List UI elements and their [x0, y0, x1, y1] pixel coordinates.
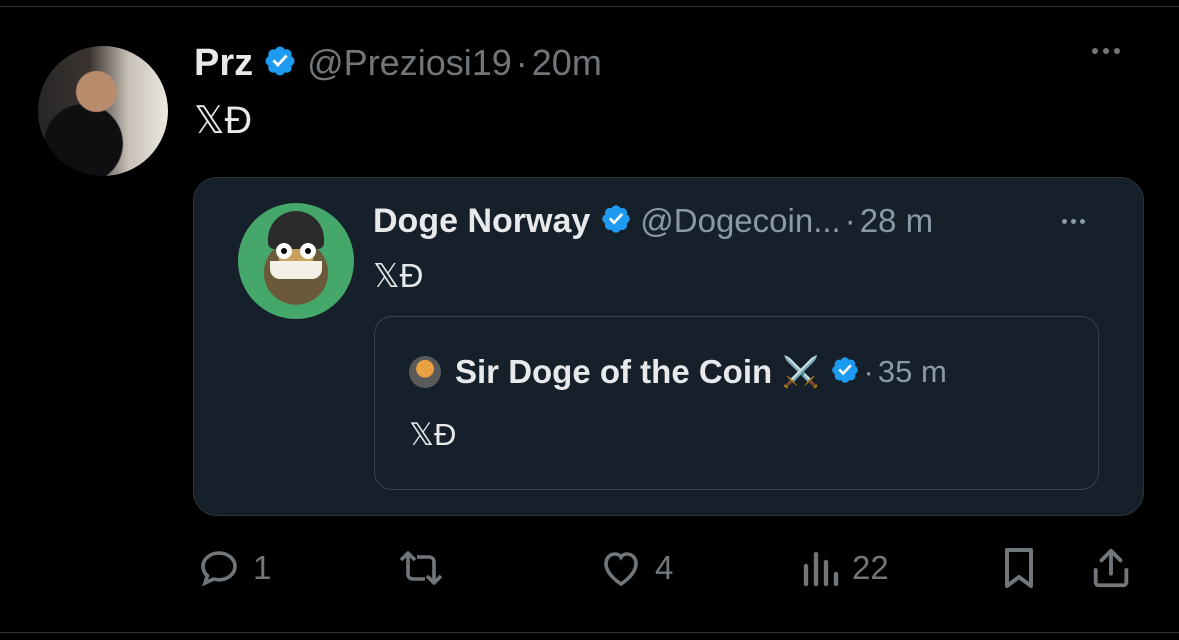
more-icon[interactable]	[1062, 219, 1085, 224]
author-handle[interactable]: @Preziosi19	[307, 42, 512, 84]
reply-button[interactable]: 1	[195, 540, 271, 596]
bookmark-button[interactable]	[998, 540, 1040, 596]
tweet-header: Prz @Preziosi19 · 20m	[194, 40, 602, 86]
tweet-text: 𝕏Đ	[194, 100, 253, 142]
verified-badge-icon	[600, 203, 632, 240]
tweet-timestamp[interactable]: 20m	[532, 42, 602, 84]
separator-dot: ·	[844, 202, 856, 239]
nested-author-name[interactable]: Sir Doge of the Coin	[455, 353, 772, 391]
share-button[interactable]	[1088, 540, 1134, 596]
quoted-author-avatar[interactable]	[238, 203, 354, 319]
separator-dot: ·	[515, 42, 528, 83]
verified-badge-icon	[830, 355, 860, 390]
views-button[interactable]: 22	[798, 540, 889, 596]
verified-badge-icon	[263, 44, 297, 83]
retweet-button[interactable]	[395, 540, 457, 596]
nested-tweet-text: 𝕏Đ	[409, 417, 457, 452]
crossed-swords-emoji: ⚔️	[782, 355, 820, 389]
nested-tweet-timestamp[interactable]: 35 m	[878, 354, 947, 390]
separator-dot: ·	[863, 354, 874, 389]
views-icon	[798, 544, 842, 592]
like-icon	[597, 544, 645, 592]
like-button[interactable]: 4	[597, 540, 673, 596]
reply-count: 1	[253, 549, 272, 586]
share-icon	[1088, 544, 1134, 592]
more-icon[interactable]	[1092, 48, 1120, 54]
bottom-divider	[0, 632, 1179, 633]
like-count: 4	[655, 549, 674, 586]
retweet-icon	[395, 544, 447, 592]
quoted-tweet-card[interactable]: Doge Norway @Dogecoin... · 28 m 𝕏Đ Sir D…	[193, 177, 1144, 516]
tweet-action-bar: 1 4 22	[0, 540, 1179, 596]
nested-quoted-tweet-card[interactable]: Sir Doge of the Coin ⚔️ · 35 m 𝕏Đ	[374, 316, 1099, 490]
quoted-tweet-header: Doge Norway @Dogecoin... · 28 m	[373, 200, 933, 242]
nested-tweet-header: Sir Doge of the Coin ⚔️ · 35 m	[409, 351, 947, 393]
quoted-author-handle[interactable]: @Dogecoin...	[640, 202, 840, 240]
author-avatar[interactable]	[38, 46, 168, 176]
quoted-tweet-text: 𝕏Đ	[373, 257, 424, 294]
views-count: 22	[852, 549, 889, 586]
reply-icon	[195, 544, 243, 592]
nested-author-avatar[interactable]	[409, 356, 441, 388]
top-divider	[0, 6, 1179, 7]
quoted-author-name[interactable]: Doge Norway	[373, 202, 590, 241]
author-name[interactable]: Prz	[194, 42, 253, 85]
quoted-tweet-timestamp[interactable]: 28 m	[860, 202, 933, 240]
bookmark-icon	[998, 544, 1040, 592]
